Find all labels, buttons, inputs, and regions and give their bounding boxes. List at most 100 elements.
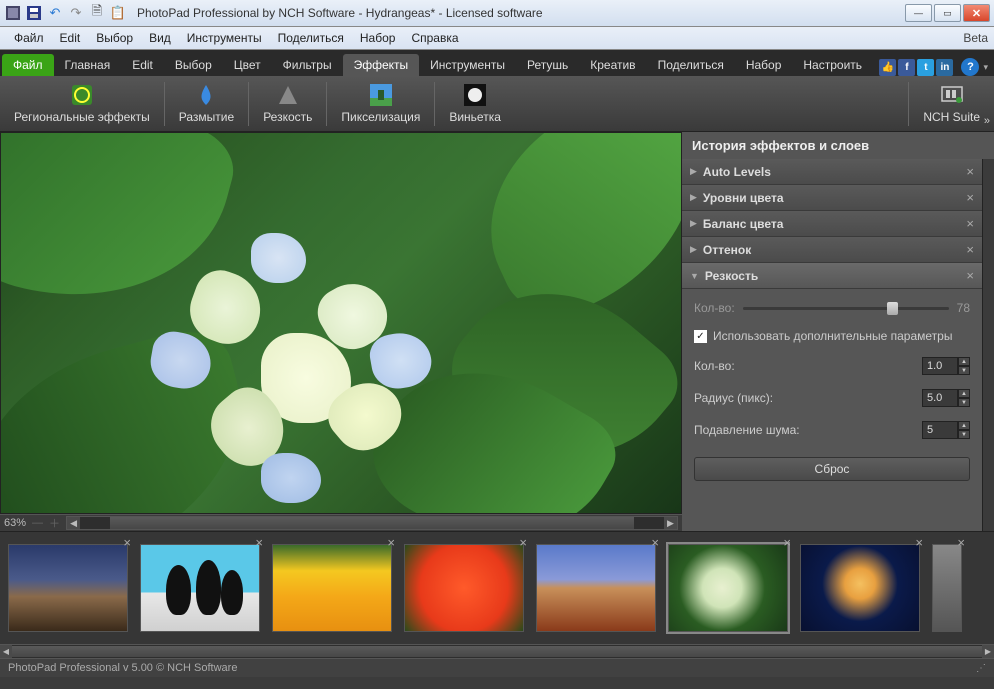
maximize-button[interactable]: ▭ (934, 4, 961, 22)
scroll-right-icon[interactable]: ▶ (982, 645, 994, 658)
thumb-close-icon[interactable]: × (915, 535, 923, 550)
layer-row-expanded[interactable]: ▼Резкость× (682, 263, 982, 289)
facebook-icon[interactable]: f (898, 59, 915, 76)
tab-creative[interactable]: Креатив (579, 54, 646, 76)
scroll-left-icon[interactable]: ◀ (0, 645, 12, 658)
layer-close-icon[interactable]: × (966, 190, 974, 205)
ribbon-label: NCH Suite (923, 110, 980, 124)
thumb-close-icon[interactable]: × (123, 535, 131, 550)
scrollbar-thumb[interactable] (110, 517, 635, 529)
spin-up-icon[interactable]: ▲ (958, 357, 970, 366)
menu-select[interactable]: Выбор (88, 29, 141, 47)
undo-icon[interactable]: ↶ (46, 4, 64, 22)
spin-down-icon[interactable]: ▼ (958, 398, 970, 407)
linkedin-icon[interactable]: in (936, 59, 953, 76)
layer-row[interactable]: ▶Оттенок× (682, 237, 982, 263)
layer-row[interactable]: ▶Уровни цвета× (682, 185, 982, 211)
zoom-out-button[interactable]: — (32, 517, 43, 529)
spin-up-icon[interactable]: ▲ (958, 421, 970, 430)
thumb-7[interactable]: × (932, 544, 962, 632)
zoom-in-button[interactable]: ＋ (49, 515, 60, 531)
tab-select[interactable]: Выбор (164, 54, 223, 76)
like-icon[interactable]: 👍 (879, 59, 896, 76)
param-spinbox[interactable]: 5.0▲▼ (922, 389, 970, 407)
ribbon-nch-suite[interactable]: NCH Suite (909, 76, 994, 131)
paste-icon[interactable]: 📋 (109, 4, 127, 22)
reset-button[interactable]: Сброс (694, 457, 970, 481)
tab-retouch[interactable]: Ретушь (516, 54, 579, 76)
twitter-icon[interactable]: t (917, 59, 934, 76)
thumb-4[interactable]: × (536, 544, 656, 632)
menu-file[interactable]: Файл (6, 29, 52, 47)
advanced-checkbox-row[interactable]: ✓ Использовать дополнительные параметры (694, 329, 970, 343)
filmstrip-hscrollbar[interactable]: ◀ ▶ (0, 644, 994, 658)
app-icon[interactable] (4, 4, 22, 22)
amount-slider[interactable] (743, 307, 949, 310)
thumb-close-icon[interactable]: × (519, 535, 527, 550)
layer-close-icon[interactable]: × (966, 268, 974, 283)
tab-set[interactable]: Набор (735, 54, 793, 76)
tab-color[interactable]: Цвет (223, 54, 272, 76)
param-label: Радиус (пикс): (694, 391, 922, 405)
thumb-5[interactable]: × (668, 544, 788, 632)
scrollbar-thumb[interactable] (12, 646, 982, 657)
save-icon[interactable] (25, 4, 43, 22)
tab-share[interactable]: Поделиться (647, 54, 735, 76)
layer-close-icon[interactable]: × (966, 242, 974, 257)
menu-tools[interactable]: Инструменты (179, 29, 270, 47)
param-value[interactable]: 1.0 (922, 357, 958, 375)
thumb-close-icon[interactable]: × (387, 535, 395, 550)
menu-view[interactable]: Вид (141, 29, 179, 47)
menu-help[interactable]: Справка (403, 29, 466, 47)
minimize-button[interactable]: — (905, 4, 932, 22)
layer-close-icon[interactable]: × (966, 164, 974, 179)
param-value[interactable]: 5 (922, 421, 958, 439)
menu-edit[interactable]: Edit (52, 29, 89, 47)
tab-effects[interactable]: Эффекты (343, 54, 420, 76)
thumb-close-icon[interactable]: × (651, 535, 659, 550)
ribbon-pixelate[interactable]: Пикселизация (327, 76, 434, 131)
param-spinbox[interactable]: 1.0▲▼ (922, 357, 970, 375)
tab-file[interactable]: Файл (2, 54, 54, 76)
thumb-0[interactable]: × (8, 544, 128, 632)
scroll-left-icon[interactable]: ◀ (67, 517, 80, 529)
layer-row[interactable]: ▶Auto Levels× (682, 159, 982, 185)
layer-row[interactable]: ▶Баланс цвета× (682, 211, 982, 237)
scroll-right-icon[interactable]: ▶ (664, 517, 677, 529)
doc-icon[interactable]: 🗎 (88, 4, 106, 22)
thumb-close-icon[interactable]: × (957, 535, 965, 550)
ribbon-more-icon[interactable]: » (984, 115, 990, 127)
canvas-hscrollbar[interactable]: ◀ ▶ (66, 516, 678, 530)
layer-close-icon[interactable]: × (966, 216, 974, 231)
help-dropdown-icon[interactable]: ▾ (983, 62, 988, 73)
ribbon-vignette[interactable]: Виньетка (435, 76, 515, 131)
thumb-6[interactable]: × (800, 544, 920, 632)
thumb-close-icon[interactable]: × (783, 535, 791, 550)
ribbon-regional-effects[interactable]: Региональные эффекты (0, 76, 164, 131)
checkbox-icon[interactable]: ✓ (694, 330, 707, 343)
ribbon-sharpen[interactable]: Резкость (249, 76, 326, 131)
thumb-1[interactable]: × (140, 544, 260, 632)
spin-up-icon[interactable]: ▲ (958, 389, 970, 398)
image-canvas[interactable] (0, 132, 682, 514)
tab-home[interactable]: Главная (54, 54, 122, 76)
thumb-3[interactable]: × (404, 544, 524, 632)
redo-icon[interactable]: ↷ (67, 4, 85, 22)
ribbon-blur[interactable]: Размытие (165, 76, 248, 131)
menu-set[interactable]: Набор (352, 29, 404, 47)
tab-edit[interactable]: Edit (121, 54, 164, 76)
param-value[interactable]: 5.0 (922, 389, 958, 407)
resize-grip-icon[interactable]: ⋰ (976, 663, 986, 674)
tab-configure[interactable]: Настроить (792, 54, 873, 76)
thumb-2[interactable]: × (272, 544, 392, 632)
menu-share[interactable]: Поделиться (270, 29, 352, 47)
slider-thumb[interactable] (887, 302, 898, 315)
spin-down-icon[interactable]: ▼ (958, 430, 970, 439)
tab-filters[interactable]: Фильтры (272, 54, 343, 76)
param-spinbox[interactable]: 5▲▼ (922, 421, 970, 439)
help-icon[interactable]: ? (961, 58, 979, 76)
panel-vscrollbar[interactable] (982, 159, 994, 531)
close-button[interactable]: ✕ (963, 4, 990, 22)
spin-down-icon[interactable]: ▼ (958, 366, 970, 375)
tab-tools[interactable]: Инструменты (419, 54, 516, 76)
